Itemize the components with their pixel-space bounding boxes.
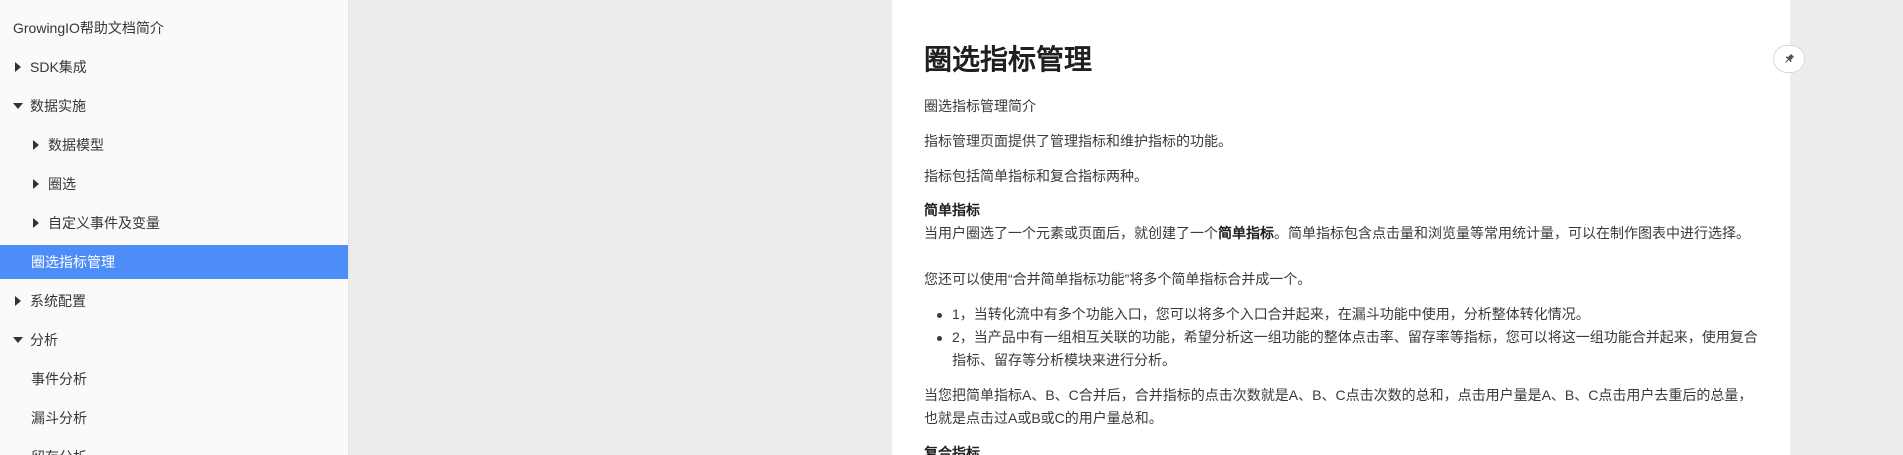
list-item: 1，当转化流中有多个功能入口，您可以将多个入口合并起来，在漏斗功能中使用，分析整… — [924, 303, 1764, 326]
sidebar-item-label: 系统配置 — [30, 293, 86, 309]
caret-right-icon — [29, 138, 43, 152]
right-gutter — [1790, 0, 1903, 455]
sidebar-item-retention-analysis[interactable]: 留存分析 — [0, 440, 348, 455]
simple-text-before: 当用户圈选了一个元素或页面后，就创建了一个 — [924, 225, 1218, 241]
sidebar-item-label: 漏斗分析 — [31, 410, 87, 426]
sidebar-item-label: 数据实施 — [30, 98, 86, 114]
sidebar-item-analysis[interactable]: 分析 — [0, 323, 348, 357]
background-gutter — [349, 0, 892, 455]
sidebar-item-metric-management[interactable]: 圈选指标管理 — [0, 245, 348, 279]
sidebar-item-circle-select[interactable]: 圈选 — [0, 167, 348, 201]
sidebar-item-data-model[interactable]: 数据模型 — [0, 128, 348, 162]
sidebar-item-label: 圈选指标管理 — [31, 254, 115, 270]
bullet-list: 1，当转化流中有多个功能入口，您可以将多个入口合并起来，在漏斗功能中使用，分析整… — [924, 303, 1764, 372]
sidebar-title-link[interactable]: GrowingIO帮助文档简介 — [0, 11, 348, 45]
page-title: 圈选指标管理 — [924, 44, 1093, 75]
sidebar-item-event-analysis[interactable]: 事件分析 — [0, 362, 348, 396]
paragraph-2: 指标包括简单指标和复合指标两种。 — [924, 168, 1148, 184]
sidebar-item-sdk[interactable]: SDK集成 — [0, 50, 348, 84]
caret-right-icon — [29, 177, 43, 191]
article-panel: 圈选指标管理 圈选指标管理简介 指标管理页面提供了管理指标和维护指标的功能。 指… — [892, 0, 1790, 455]
sidebar-item-label: SDK集成 — [30, 59, 87, 75]
sidebar-item-data-implementation[interactable]: 数据实施 — [0, 89, 348, 123]
simple-text-after: 。简单指标包含点击量和浏览量等常用统计量，可以在制作图表中进行选择。 — [1274, 225, 1750, 241]
caret-down-icon — [11, 333, 25, 347]
intro-text: 圈选指标管理简介 — [924, 98, 1036, 114]
caret-right-icon — [29, 216, 43, 230]
paragraph-1: 指标管理页面提供了管理指标和维护指标的功能。 — [924, 133, 1232, 149]
caret-right-icon — [11, 60, 25, 74]
sidebar-item-funnel-analysis[interactable]: 漏斗分析 — [0, 401, 348, 435]
sidebar-item-label: 数据模型 — [48, 137, 104, 153]
simple-text-bold: 简单指标 — [1218, 225, 1274, 241]
sidebar-title: GrowingIO帮助文档简介 — [13, 20, 164, 36]
sidebar-item-system-config[interactable]: 系统配置 — [0, 284, 348, 318]
simple-metric-heading: 简单指标 — [924, 202, 980, 218]
caret-right-icon — [11, 294, 25, 308]
sidebar-item-label: 事件分析 — [31, 371, 87, 387]
merge-description: 您还可以使用“合并简单指标功能”将多个简单指标合并成一个。 — [924, 271, 1312, 287]
sidebar-item-label: 留存分析 — [31, 447, 87, 455]
sidebar: GrowingIO帮助文档简介 SDK集成 数据实施 数据模型 圈选 自定义事件… — [0, 0, 349, 455]
list-item: 2，当产品中有一组相互关联的功能，希望分析这一组功能的整体点击率、留存率等指标，… — [924, 326, 1764, 372]
simple-metric-description: 当用户圈选了一个元素或页面后，就创建了一个简单指标。简单指标包含点击量和浏览量等… — [924, 222, 1764, 245]
complex-metric-heading: 复合指标 — [924, 445, 980, 455]
pin-button[interactable] — [1773, 45, 1805, 73]
sidebar-item-label: 圈选 — [48, 176, 76, 192]
sidebar-item-label: 自定义事件及变量 — [48, 215, 160, 231]
sidebar-item-label: 分析 — [30, 332, 58, 348]
caret-down-icon — [11, 99, 25, 113]
merge-example: 当您把简单指标A、B、C合并后，合并指标的点击次数就是A、B、C点击次数的总和，… — [924, 387, 1753, 426]
sidebar-item-custom-events[interactable]: 自定义事件及变量 — [0, 206, 348, 240]
pin-icon — [1785, 54, 1794, 63]
